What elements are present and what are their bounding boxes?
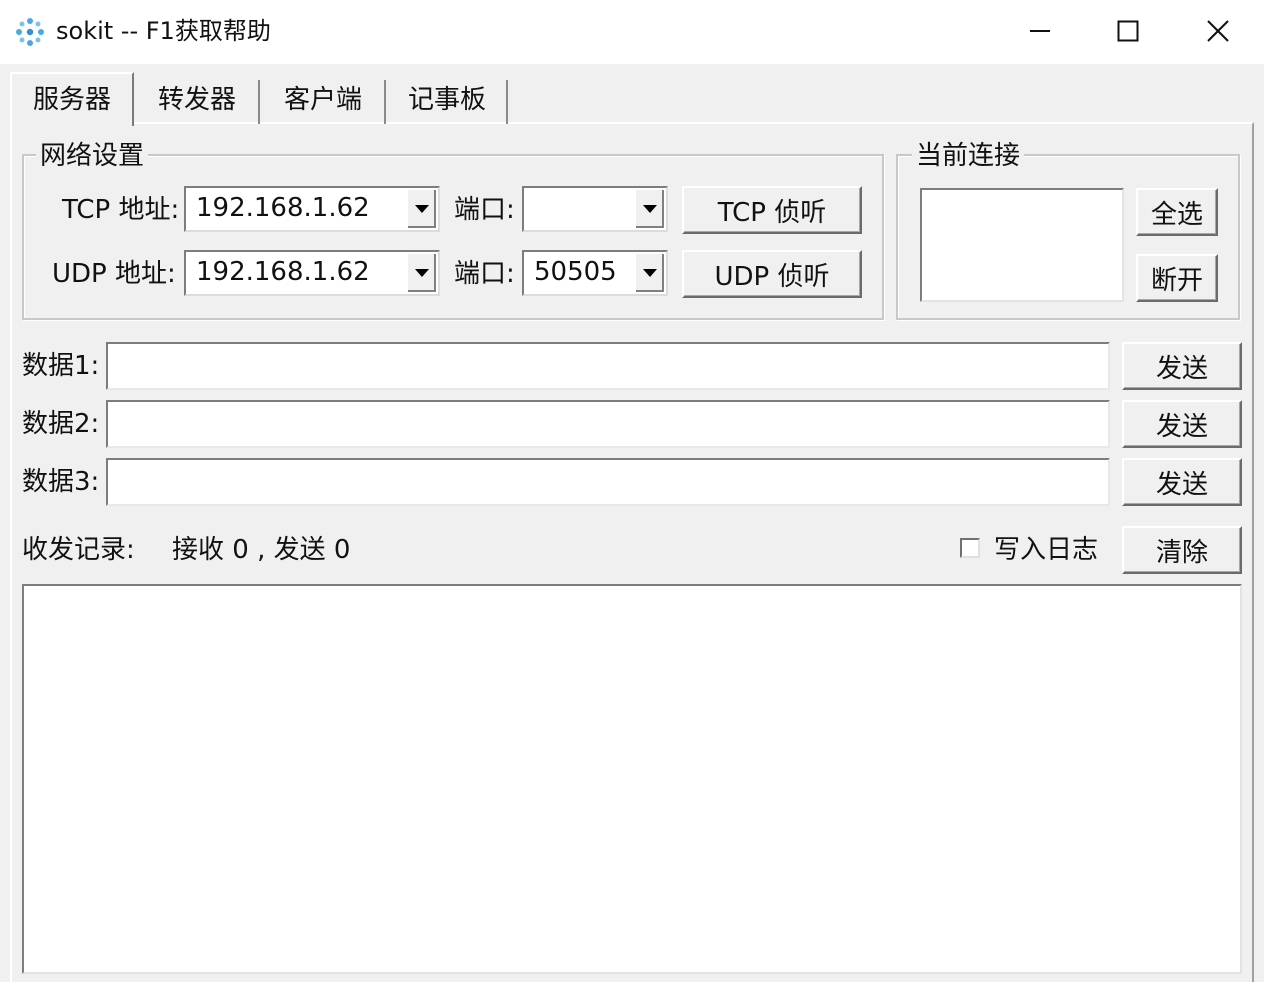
udp-port-combo[interactable]: 50505 [522,250,668,296]
udp-address-label: UDP 地址: [52,259,176,289]
data2-label: 数据2: [22,409,100,439]
tcp-listen-button[interactable]: TCP 侦听 [682,186,862,234]
data1-label: 数据1: [22,351,100,381]
sokit-dots-icon [14,16,46,48]
connections-title: 当前连接 [912,140,1025,172]
log-label: 收发记录: [22,535,135,565]
minimize-button[interactable] [994,0,1086,62]
udp-address-value: 192.168.1.62 [196,257,370,287]
log-stats: 接收 0 , 发送 0 [172,535,351,565]
maximize-icon [1117,20,1139,42]
tab-client[interactable]: 客户端 [262,80,386,124]
window-title: sokit -- F1获取帮助 [56,17,271,45]
network-settings-title: 网络设置 [36,140,149,172]
chevron-down-icon[interactable] [406,190,436,228]
udp-address-combo[interactable]: 192.168.1.62 [184,250,440,296]
connections-list[interactable] [920,188,1124,302]
minimize-icon [1029,20,1051,42]
select-all-button[interactable]: 全选 [1136,188,1218,236]
chevron-down-icon[interactable] [406,254,436,292]
tcp-address-combo[interactable]: 192.168.1.62 [184,186,440,232]
tab-server[interactable]: 服务器 [10,72,134,126]
send2-button[interactable]: 发送 [1122,400,1242,448]
data3-label: 数据3: [22,467,100,497]
tab-forwarder[interactable]: 转发器 [136,80,260,124]
data3-input[interactable] [106,458,1110,506]
log-output[interactable] [22,584,1242,974]
chevron-down-icon[interactable] [634,254,664,292]
chevron-down-icon[interactable] [634,190,664,228]
data1-input[interactable] [106,342,1110,390]
tcp-address-label: TCP 地址: [62,195,180,225]
tcp-port-label: 端口: [454,195,515,225]
udp-port-label: 端口: [454,259,515,289]
clear-button[interactable]: 清除 [1122,526,1242,574]
send1-button[interactable]: 发送 [1122,342,1242,390]
udp-listen-button[interactable]: UDP 侦听 [682,250,862,298]
write-log-checkbox[interactable] [960,538,980,558]
data2-input[interactable] [106,400,1110,448]
close-button[interactable] [1172,0,1264,62]
close-icon [1206,19,1230,43]
tcp-port-combo[interactable] [522,186,668,232]
tab-notepad[interactable]: 记事板 [388,80,508,124]
maximize-button[interactable] [1082,0,1174,62]
write-log-label[interactable]: 写入日志 [994,532,1098,568]
udp-port-value: 50505 [534,257,617,287]
send3-button[interactable]: 发送 [1122,458,1242,506]
tcp-address-value: 192.168.1.62 [196,193,370,223]
disconnect-button[interactable]: 断开 [1136,254,1218,302]
